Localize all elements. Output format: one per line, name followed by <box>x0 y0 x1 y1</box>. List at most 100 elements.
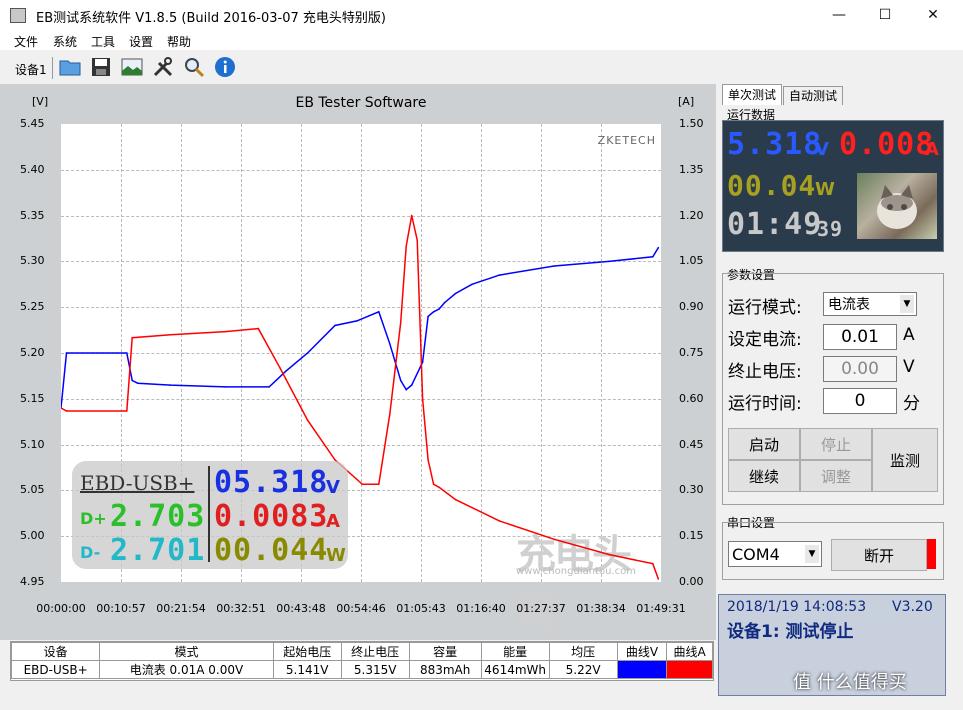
toolbar <box>0 52 963 82</box>
voltage-point <box>224 386 227 388</box>
app-icon <box>10 8 26 23</box>
y-right-tick: 0.60 <box>679 391 704 405</box>
menu-help[interactable]: 帮助 <box>167 33 191 50</box>
current-point <box>427 459 429 461</box>
y-left-tick: 5.35 <box>20 208 45 222</box>
current-point <box>361 483 364 486</box>
cell-curve-v-color[interactable] <box>616 660 668 679</box>
overlay-voltage: 05.318 <box>214 465 329 500</box>
current-point <box>438 486 440 489</box>
cell-avg-v: 5.22V <box>548 660 618 679</box>
set-current-field[interactable]: 0.01 <box>823 324 897 350</box>
current-point <box>126 410 128 412</box>
minimize-button[interactable]: — <box>816 0 862 30</box>
stop-button[interactable]: 停止 <box>800 428 872 460</box>
com-port-select[interactable]: COM4 ▼ <box>728 541 822 567</box>
display-v-unit: V <box>815 139 829 160</box>
close-button[interactable]: ✕ <box>910 0 956 30</box>
maximize-button[interactable]: ☐ <box>862 0 908 30</box>
cell-mode: 电流表 0.01A 0.00V <box>99 660 274 679</box>
voltage-point <box>306 352 309 354</box>
current-point <box>279 367 281 370</box>
chart-title: EB Tester Software <box>295 95 427 111</box>
folder-icon[interactable] <box>58 55 82 79</box>
col-capacity: 容量 <box>408 642 482 661</box>
stop-voltage-field[interactable]: 0.00 <box>823 356 897 382</box>
start-button[interactable]: 启动 <box>728 428 800 460</box>
mode-select[interactable]: 电流表 ▼ <box>823 292 917 316</box>
voltage-point <box>136 382 139 385</box>
mode-label: 运行模式: <box>728 298 802 318</box>
current-point <box>416 239 419 241</box>
col-energy: 能量 <box>480 642 550 661</box>
display-voltage: 5.318 <box>727 127 823 162</box>
display-a-unit: A <box>925 139 939 160</box>
series-voltage-line <box>61 247 659 409</box>
voltage-point <box>432 311 435 313</box>
table-row[interactable]: EBD-USB+ 电流表 0.01A 0.00V 5.141V 5.315V 8… <box>10 660 713 679</box>
col-curve-v: 曲线V <box>616 642 668 661</box>
voltage-point <box>126 352 128 354</box>
menu-tools[interactable]: 工具 <box>91 33 115 50</box>
y-right-tick: 1.20 <box>679 208 704 222</box>
cell-curve-a-color[interactable] <box>666 660 713 679</box>
display-current: 0.008 <box>839 127 935 162</box>
menu-system[interactable]: 系统 <box>53 33 77 50</box>
overlay-w-unit: W <box>326 545 346 566</box>
overlay-dminus: 2.701 <box>110 533 206 568</box>
com-port-value: COM4 <box>732 545 780 564</box>
chevron-down-icon[interactable]: ▼ <box>900 295 914 313</box>
current-point <box>306 419 309 422</box>
y-right-unit: [A] <box>678 95 695 108</box>
current-point <box>131 336 133 339</box>
x-tick: 00:00:00 <box>36 602 86 615</box>
x-tick: 00:43:48 <box>276 602 326 615</box>
y-left-unit: [V] <box>32 95 49 108</box>
monitor-button[interactable]: 监测 <box>872 428 938 492</box>
x-tick: 01:16:40 <box>456 602 506 615</box>
voltage-point <box>268 386 270 388</box>
run-time-label: 运行时间: <box>728 394 802 414</box>
y-left-tick: 5.10 <box>20 437 45 451</box>
disconnect-button[interactable]: 断开 <box>831 539 927 571</box>
voltage-point <box>652 256 654 258</box>
current-point <box>65 410 68 412</box>
save-icon[interactable] <box>89 55 113 79</box>
chevron-down-icon[interactable]: ▼ <box>805 545 819 563</box>
y-left-tick: 5.25 <box>20 300 45 314</box>
y-left-tick: 5.05 <box>20 483 45 497</box>
voltage-point <box>608 260 610 263</box>
run-time-field[interactable]: 0 <box>823 388 897 414</box>
info-icon[interactable] <box>213 55 237 79</box>
y-right-tick: 0.00 <box>679 575 704 588</box>
search-icon[interactable] <box>182 55 206 79</box>
tab-auto-test[interactable]: 自动测试 <box>783 86 843 105</box>
tab-single-test[interactable]: 单次测试 <box>722 84 782 105</box>
y-right-tick: 0.15 <box>679 529 704 543</box>
status-datetime: 2018/1/19 14:08:53 <box>727 599 867 615</box>
voltage-point <box>438 308 440 310</box>
current-point <box>421 398 424 400</box>
continue-button[interactable]: 继续 <box>728 460 800 492</box>
voltage-point <box>399 379 402 382</box>
y-left-tick: 5.30 <box>20 254 45 268</box>
col-curve-a: 曲线A <box>666 642 713 661</box>
overlay-power: 00.044 <box>214 533 329 568</box>
menu-file[interactable]: 文件 <box>14 33 38 50</box>
adjust-button[interactable]: 调整 <box>800 460 872 492</box>
menu-settings[interactable]: 设置 <box>129 33 153 50</box>
voltage-point <box>427 315 429 318</box>
connection-indicator <box>927 539 936 569</box>
tools-icon[interactable] <box>151 55 175 79</box>
set-current-label: 设定电流: <box>728 330 802 350</box>
overlay-dm-label: D- <box>80 543 101 562</box>
voltage-point <box>471 283 473 286</box>
current-point <box>498 520 501 522</box>
y-right-tick: 1.05 <box>679 254 704 268</box>
window-title: EB测试系统软件 V1.8.5 (Build 2016-03-07 充电头特别版… <box>36 11 386 26</box>
voltage-point <box>405 388 408 391</box>
current-point <box>389 413 391 415</box>
image-icon[interactable] <box>120 55 144 79</box>
status-version: V3.20 <box>892 599 933 615</box>
toolbar-divider <box>52 57 53 79</box>
